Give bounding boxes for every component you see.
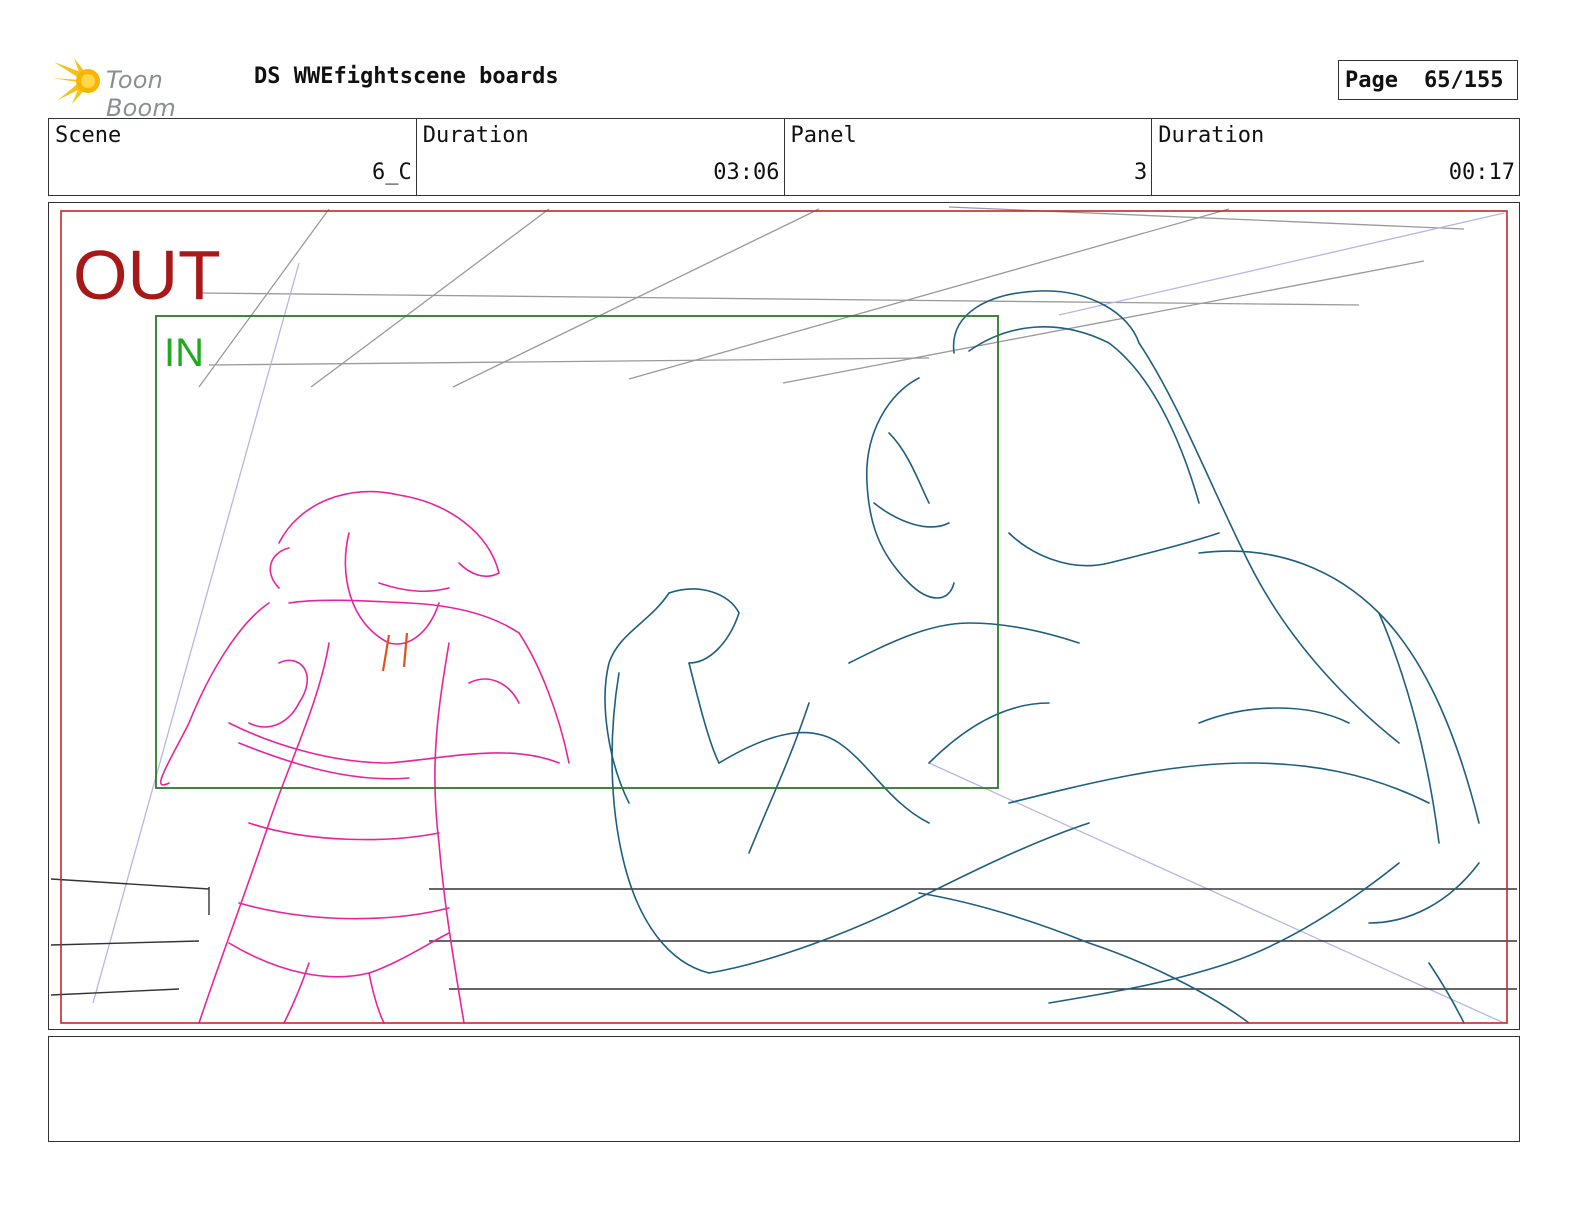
- camera-guides: [92, 212, 1505, 1024]
- ring-ropes: [50, 878, 1517, 996]
- in-frame: [155, 315, 999, 789]
- scene-duration-value: 03:06: [713, 160, 780, 185]
- panel-label: Panel: [790, 123, 857, 148]
- document-title: DS WWEfightscene boards: [254, 64, 559, 89]
- logo-text: Toon Boom: [106, 66, 177, 122]
- pink-wrestler-sketch: [159, 490, 570, 1024]
- scene-duration-cell: Duration 03:06: [417, 119, 785, 195]
- toon-boom-logo: Toon Boom: [52, 56, 238, 122]
- page-label: Page: [1345, 67, 1398, 93]
- panel-duration-value: 00:17: [1448, 160, 1515, 185]
- storyboard-panel: OUT IN: [48, 202, 1520, 1030]
- panel-drawing: OUT IN: [50, 206, 1517, 1024]
- panel-duration-cell: Duration 00:17: [1152, 119, 1519, 195]
- blue-wrestler-sketch: [604, 290, 1480, 1024]
- starburst-icon: [52, 58, 100, 104]
- panel-duration-label: Duration: [1158, 123, 1265, 148]
- panel-notes[interactable]: [48, 1036, 1520, 1142]
- scene-cell: Scene 6_C: [49, 119, 417, 195]
- page-number: 65/155: [1423, 67, 1504, 93]
- panel-value: 3: [1134, 160, 1148, 185]
- scene-label: Scene: [55, 123, 122, 148]
- page-indicator: Page 65/155: [1338, 60, 1518, 100]
- panel-info-row: Scene 6_C Duration 03:06 Panel 3 Duratio…: [48, 118, 1520, 196]
- background-lines: [198, 206, 1465, 388]
- panel-cell: Panel 3: [785, 119, 1153, 195]
- scene-duration-label: Duration: [422, 123, 529, 148]
- in-label: IN: [164, 331, 204, 375]
- page-header: Toon Boom DS WWEfightscene boards Page 6…: [48, 52, 1520, 122]
- mouth-mark: [381, 632, 409, 672]
- out-frame: [60, 210, 1508, 1024]
- scene-value: 6_C: [372, 160, 412, 185]
- out-label: OUT: [73, 236, 221, 314]
